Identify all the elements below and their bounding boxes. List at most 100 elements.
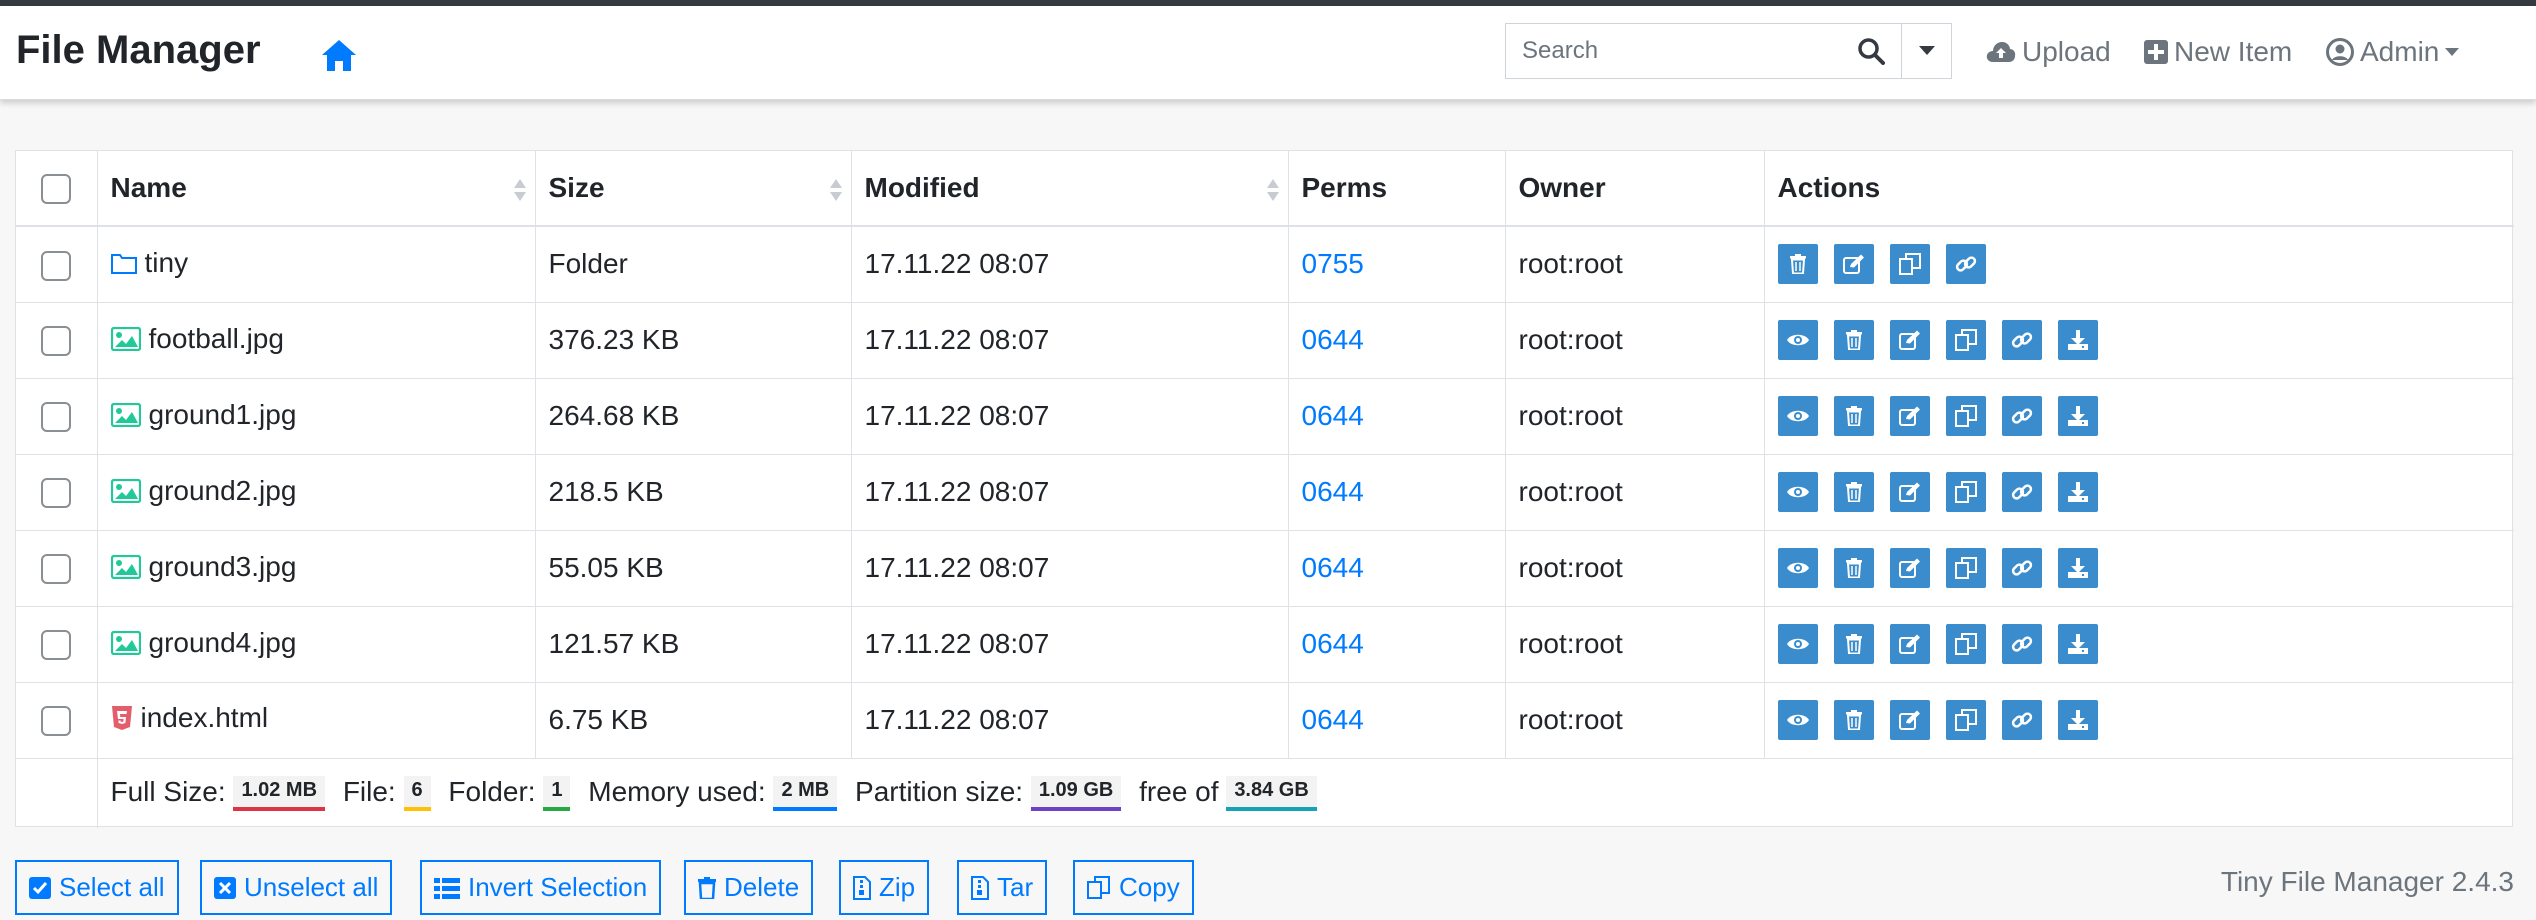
row-checkbox[interactable] bbox=[41, 706, 72, 737]
perms-link[interactable]: 0644 bbox=[1302, 552, 1364, 583]
invert-selection-button[interactable]: Invert Selection bbox=[420, 860, 662, 915]
row-select-cell bbox=[16, 302, 98, 378]
actions-cell bbox=[1764, 378, 2514, 454]
unselect-all-button[interactable]: Unselect all bbox=[200, 860, 393, 915]
sort-icon bbox=[829, 179, 842, 201]
file-link[interactable]: ground1.jpg bbox=[110, 398, 297, 431]
new-item-label: New Item bbox=[2174, 36, 2293, 67]
row-checkbox[interactable] bbox=[41, 478, 72, 509]
x-square-icon bbox=[214, 876, 236, 899]
upload-link[interactable]: Upload bbox=[1986, 36, 2111, 68]
rename-button[interactable] bbox=[1889, 472, 1930, 512]
app-brand[interactable]: File Manager bbox=[16, 28, 261, 73]
direct-link-button[interactable] bbox=[2001, 396, 2042, 436]
direct-link-button[interactable] bbox=[1945, 244, 1986, 285]
delete-item-button[interactable] bbox=[1833, 548, 1874, 588]
image-file-icon bbox=[110, 326, 141, 351]
view-button[interactable] bbox=[1777, 472, 1818, 512]
copy-item-button[interactable] bbox=[1945, 700, 1986, 740]
modified-cell: 17.11.22 08:07 bbox=[851, 302, 1289, 378]
copy-button[interactable]: Copy bbox=[1073, 860, 1194, 915]
view-button[interactable] bbox=[1777, 320, 1818, 360]
direct-link-button[interactable] bbox=[2001, 320, 2042, 360]
file-link[interactable]: football.jpg bbox=[110, 323, 284, 355]
rename-icon bbox=[1898, 406, 1921, 426]
perms-link[interactable]: 0644 bbox=[1302, 476, 1364, 507]
perms-link[interactable]: 0644 bbox=[1302, 400, 1364, 431]
file-link[interactable]: index.html bbox=[111, 702, 268, 734]
delete-item-button[interactable] bbox=[1833, 472, 1874, 512]
view-button[interactable] bbox=[1777, 700, 1818, 740]
header-name[interactable]: Name bbox=[97, 151, 536, 226]
header-size[interactable]: Size bbox=[535, 151, 852, 226]
perms-link[interactable]: 0644 bbox=[1302, 628, 1364, 659]
delete-item-button[interactable] bbox=[1833, 700, 1874, 740]
direct-link-button[interactable] bbox=[2001, 700, 2042, 740]
select-all-checkbox[interactable] bbox=[41, 174, 72, 205]
download-button[interactable] bbox=[2057, 624, 2098, 664]
view-icon bbox=[1786, 407, 1810, 425]
download-button[interactable] bbox=[2057, 320, 2098, 360]
table-row: ground1.jpg 264.68 KB 17.11.22 08:07 0644 ro… bbox=[16, 378, 2514, 454]
perms-link[interactable]: 0755 bbox=[1302, 248, 1364, 279]
file-link[interactable]: ground3.jpg bbox=[110, 551, 296, 583]
rename-button[interactable] bbox=[1889, 396, 1930, 436]
row-checkbox[interactable] bbox=[41, 554, 72, 585]
view-button[interactable] bbox=[1777, 396, 1818, 436]
admin-menu[interactable]: Admin bbox=[2326, 36, 2460, 68]
search-input[interactable] bbox=[1506, 24, 1841, 78]
direct-link-button[interactable] bbox=[2001, 624, 2042, 664]
search-options-dropdown[interactable] bbox=[1901, 24, 1951, 78]
direct-link-button[interactable] bbox=[2001, 548, 2042, 588]
actions-cell bbox=[1764, 454, 2514, 530]
select-all-button[interactable]: Select all bbox=[15, 860, 179, 915]
home-icon[interactable] bbox=[320, 37, 358, 73]
view-button[interactable] bbox=[1777, 548, 1818, 588]
invert-selection-label: Invert Selection bbox=[468, 872, 648, 902]
rename-button[interactable] bbox=[1889, 624, 1930, 664]
copy-item-button[interactable] bbox=[1945, 548, 1986, 588]
download-icon bbox=[2067, 633, 2089, 655]
copy-item-button[interactable] bbox=[1889, 244, 1930, 285]
copy-item-button[interactable] bbox=[1945, 624, 1986, 664]
zip-button[interactable]: Zip bbox=[839, 860, 930, 915]
row-checkbox[interactable] bbox=[41, 402, 72, 433]
file-link[interactable]: ground4.jpg bbox=[110, 627, 296, 659]
file-name: ground2.jpg bbox=[148, 474, 297, 506]
delete-item-button[interactable] bbox=[1833, 396, 1874, 436]
download-button[interactable] bbox=[2057, 548, 2098, 588]
delete-button[interactable]: Delete bbox=[684, 860, 814, 915]
file-link[interactable]: tiny bbox=[110, 247, 188, 279]
copy-item-button[interactable] bbox=[1945, 396, 1986, 436]
rename-button[interactable] bbox=[1833, 244, 1874, 285]
row-actions bbox=[1777, 472, 2515, 512]
delete-item-button[interactable] bbox=[1777, 244, 1818, 285]
tar-button[interactable]: Tar bbox=[957, 860, 1048, 915]
rename-button[interactable] bbox=[1889, 320, 1930, 360]
row-checkbox[interactable] bbox=[41, 326, 72, 357]
view-button[interactable] bbox=[1777, 624, 1818, 664]
download-button[interactable] bbox=[2057, 396, 2098, 436]
new-item-link[interactable]: New Item bbox=[2144, 36, 2292, 68]
search-icon[interactable] bbox=[1841, 24, 1901, 78]
delete-item-button[interactable] bbox=[1833, 320, 1874, 360]
download-button[interactable] bbox=[2057, 472, 2098, 512]
row-checkbox[interactable] bbox=[41, 250, 72, 281]
file-name: ground1.jpg bbox=[148, 398, 297, 430]
header-modified[interactable]: Modified bbox=[851, 151, 1289, 226]
file-link[interactable]: ground2.jpg bbox=[110, 474, 297, 507]
rename-button[interactable] bbox=[1889, 548, 1930, 588]
delete-item-button[interactable] bbox=[1833, 624, 1874, 664]
copy-item-button[interactable] bbox=[1945, 320, 1986, 360]
link-icon bbox=[2011, 633, 2033, 655]
perms-link[interactable]: 0644 bbox=[1302, 324, 1364, 355]
copy-label: Copy bbox=[1119, 872, 1180, 902]
size-cell: Folder bbox=[535, 226, 852, 302]
perms-link[interactable]: 0644 bbox=[1302, 704, 1364, 735]
row-checkbox[interactable] bbox=[41, 630, 72, 661]
direct-link-button[interactable] bbox=[2001, 472, 2042, 512]
download-button[interactable] bbox=[2057, 700, 2098, 740]
actions-cell bbox=[1764, 302, 2514, 378]
rename-button[interactable] bbox=[1889, 700, 1930, 740]
copy-item-button[interactable] bbox=[1945, 472, 1986, 512]
